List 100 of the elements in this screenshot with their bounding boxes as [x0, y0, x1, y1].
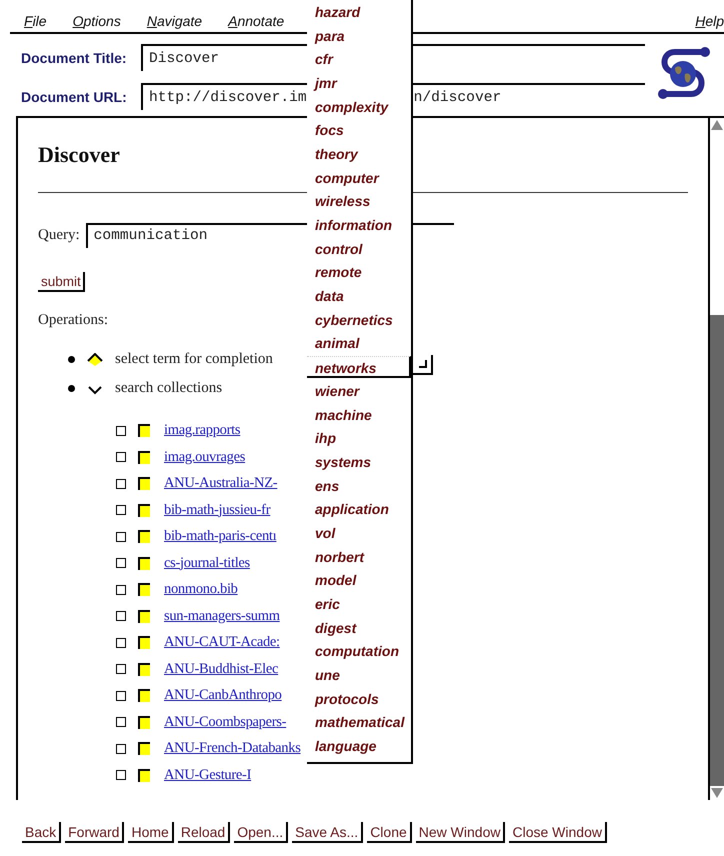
collection-link[interactable]: bib-math-jussieu-fr	[164, 502, 270, 518]
checkbox[interactable]	[116, 744, 126, 754]
flag-icon	[138, 504, 150, 516]
operations-label: Operations:	[38, 312, 108, 329]
collection-link[interactable]: cs-journal-titles	[164, 554, 250, 572]
menu-option[interactable]: eric	[307, 593, 411, 616]
menu-option[interactable]: une	[307, 664, 411, 686]
scroll-up-icon[interactable]	[711, 120, 723, 130]
menu-option[interactable]: data	[307, 285, 411, 308]
menu-option[interactable]: mathematical	[307, 711, 411, 734]
checkbox[interactable]	[116, 505, 126, 515]
menu-option[interactable]: focs	[307, 119, 411, 142]
collection-link[interactable]: ANU-Gesture-I	[164, 766, 252, 784]
toolbar-button[interactable]: Back	[22, 822, 62, 843]
menu-option[interactable]: ihp	[307, 427, 411, 450]
page-heading: Discover	[38, 142, 120, 168]
flag-icon	[138, 768, 150, 782]
checkbox[interactable]	[116, 558, 126, 568]
toolbar-button[interactable]: Open...	[234, 822, 288, 843]
menu-option[interactable]: complexity	[307, 96, 411, 118]
flag-icon	[138, 530, 150, 543]
toolbar-button[interactable]: Clone	[367, 822, 412, 843]
flag-icon	[138, 716, 150, 728]
menu-option[interactable]: wireless	[307, 190, 411, 212]
menu-option[interactable]: model	[307, 569, 411, 592]
menu-option[interactable]: systems	[307, 450, 411, 473]
flag-icon	[138, 477, 150, 490]
menu-option[interactable]: cfr	[307, 48, 411, 70]
menu-option[interactable]: jmr	[307, 72, 411, 94]
menu-option[interactable]: networks	[307, 356, 411, 378]
menu-option[interactable]: para	[307, 24, 411, 47]
menu-option[interactable]: hazard	[307, 0, 411, 23]
collection-link[interactable]: ANU-Coombspapers-	[164, 714, 286, 730]
collection-link[interactable]: sun-managers-summ	[164, 608, 280, 624]
toolbar-button[interactable]: Reload	[178, 822, 230, 843]
checkbox[interactable]	[116, 664, 126, 674]
menu-option[interactable]: norbert	[307, 546, 411, 568]
menu-item[interactable]: Annotate	[228, 13, 284, 29]
menu-item[interactable]: Options	[72, 13, 121, 29]
checkbox[interactable]	[116, 452, 126, 462]
menu-option[interactable]: animal	[307, 332, 411, 354]
bullet-icon	[68, 385, 75, 392]
menu-option[interactable]: remote	[307, 261, 411, 284]
collection-link[interactable]: nonmono.bib	[164, 581, 238, 598]
flag-icon	[138, 662, 150, 676]
scrollbar[interactable]	[708, 116, 724, 800]
menu-item[interactable]: File	[24, 13, 47, 29]
menu-option[interactable]: vol	[307, 522, 411, 544]
up-arrow-icon[interactable]	[87, 352, 103, 366]
flag-icon	[138, 636, 150, 649]
menu-option[interactable]: machine	[307, 404, 411, 426]
checkbox[interactable]	[116, 426, 126, 436]
checkbox[interactable]	[116, 690, 126, 700]
menu-option[interactable]: digest	[307, 616, 411, 639]
field-label: Document Title:	[20, 50, 128, 66]
collection-link[interactable]: ANU-Buddhist-Elec	[164, 660, 278, 678]
collection-link[interactable]: ANU-Australia-NZ-	[164, 475, 278, 492]
flag-icon	[138, 556, 150, 570]
menu-option[interactable]: application	[307, 498, 411, 520]
checkbox[interactable]	[116, 532, 126, 542]
flag-icon	[138, 689, 150, 702]
checkbox[interactable]	[116, 638, 126, 648]
toolbar-button[interactable]: Forward	[65, 822, 124, 843]
checkbox[interactable]	[116, 611, 126, 621]
toolbar-button[interactable]: Close Window	[509, 822, 607, 843]
operation-label: select term for completion	[115, 351, 273, 368]
toolbar-button[interactable]: Home	[128, 822, 174, 843]
menu-option[interactable]: computation	[307, 640, 411, 662]
menu-option[interactable]: wiener	[307, 380, 411, 402]
collection-link[interactable]: ANU-CanbAnthropo	[164, 687, 282, 704]
toolbar-button[interactable]: Save As...	[292, 822, 364, 843]
menu-option[interactable]: language	[307, 735, 411, 758]
menu-option[interactable]: computer	[307, 166, 411, 189]
bullet-icon	[68, 356, 75, 363]
flag-icon	[138, 450, 150, 464]
menu-option[interactable]: ens	[307, 474, 411, 497]
flag-icon	[138, 742, 150, 755]
query-label: Query:	[38, 227, 80, 244]
collection-link[interactable]: ANU-French-Databanks	[164, 740, 301, 757]
collection-link[interactable]: bib-math-paris-centı	[164, 528, 276, 545]
toolbar-button[interactable]: New Window	[416, 822, 506, 843]
flag-icon	[138, 424, 150, 437]
submit-button[interactable]: submit	[38, 272, 85, 292]
checkbox[interactable]	[116, 770, 126, 780]
checkbox[interactable]	[116, 478, 126, 488]
scroll-thumb[interactable]	[710, 315, 724, 786]
menu-option[interactable]: protocols	[307, 688, 411, 710]
scroll-down-icon[interactable]	[711, 788, 723, 798]
collection-link[interactable]: imag.rapports	[164, 422, 240, 439]
menu-item[interactable]: Help	[695, 13, 724, 29]
flag-icon	[138, 583, 150, 596]
menu-option[interactable]: theory	[307, 142, 411, 165]
checkbox[interactable]	[116, 717, 126, 727]
collection-link[interactable]: imag.ouvrages	[164, 448, 246, 466]
field-label: Document URL:	[20, 88, 128, 104]
operation-label: search collections	[115, 380, 222, 397]
menu-option[interactable]: cybernetics	[307, 308, 411, 331]
collection-link[interactable]: ANU-CAUT-Acade:	[164, 634, 280, 651]
menu-item[interactable]: Navigate	[146, 13, 202, 29]
checkbox[interactable]	[116, 584, 126, 594]
